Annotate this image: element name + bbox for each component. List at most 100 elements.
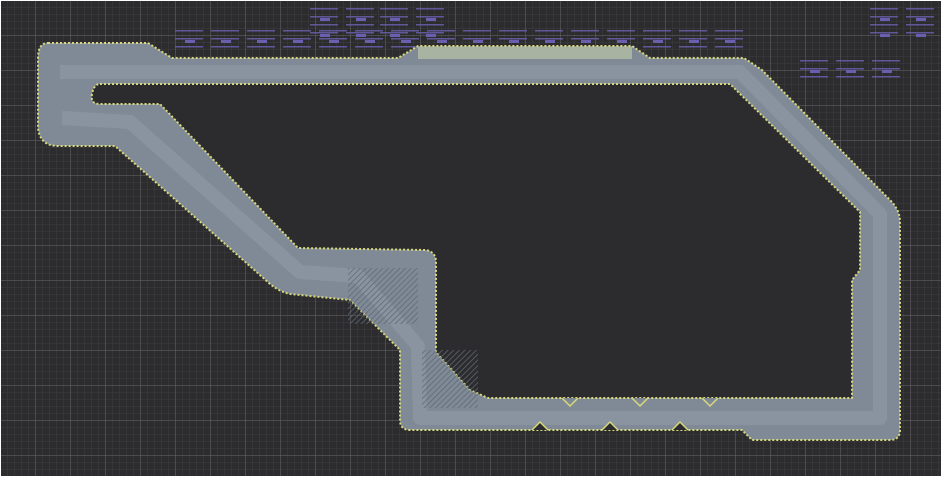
building-segment: [463, 30, 491, 32]
building-segment: [535, 38, 563, 40]
building-segment: [715, 30, 743, 32]
building-segment: [800, 60, 828, 62]
building-segment: [175, 38, 203, 40]
building-segment: [679, 46, 707, 48]
building-segment: [319, 46, 347, 48]
building-segment: [355, 30, 383, 32]
building-block: [581, 40, 591, 43]
building-segment: [391, 38, 419, 40]
building-segment: [247, 38, 275, 40]
building-segment: [416, 16, 444, 18]
building-segment: [211, 30, 239, 32]
building-segment: [870, 8, 898, 10]
building-segment: [571, 38, 599, 40]
building-block: [356, 18, 366, 21]
building-segment: [499, 38, 527, 40]
building-block: [257, 40, 267, 43]
building-segment: [836, 68, 864, 70]
building-segment: [870, 32, 898, 34]
building-block: [320, 18, 330, 21]
building-segment: [679, 30, 707, 32]
building-block: [293, 40, 303, 43]
building-block: [185, 40, 195, 43]
building-block: [916, 34, 926, 37]
building-segment: [872, 68, 900, 70]
building-block: [473, 40, 483, 43]
building-segment: [346, 8, 374, 10]
building-segment: [355, 46, 383, 48]
building-block: [329, 40, 339, 43]
building-segment: [715, 46, 743, 48]
building-segment: [175, 30, 203, 32]
building-segment: [319, 30, 347, 32]
building-block: [846, 70, 856, 73]
building-segment: [463, 38, 491, 40]
building-segment: [715, 38, 743, 40]
building-block: [437, 40, 447, 43]
building-block: [426, 34, 436, 37]
runoff-hatch-1: [348, 268, 418, 324]
building-block: [221, 40, 231, 43]
building-block: [880, 34, 890, 37]
building-segment: [319, 38, 347, 40]
building-segment: [643, 30, 671, 32]
building-segment: [391, 46, 419, 48]
building-segment: [906, 8, 934, 10]
building-segment: [310, 32, 338, 34]
building-block: [617, 40, 627, 43]
building-segment: [211, 38, 239, 40]
building-block: [390, 18, 400, 21]
track-viewport: [0, 0, 942, 477]
building-segment: [283, 38, 311, 40]
building-block: [725, 40, 735, 43]
building-segment: [607, 38, 635, 40]
building-segment: [380, 32, 408, 34]
building-segment: [211, 46, 239, 48]
building-segment: [283, 30, 311, 32]
building-segment: [416, 8, 444, 10]
building-segment: [310, 8, 338, 10]
building-segment: [836, 60, 864, 62]
building-segment: [800, 68, 828, 70]
building-segment: [416, 24, 444, 26]
building-segment: [355, 38, 383, 40]
building-segment: [643, 38, 671, 40]
building-segment: [607, 30, 635, 32]
building-block: [810, 70, 820, 73]
building-segment: [310, 16, 338, 18]
building-block: [882, 70, 892, 73]
building-segment: [571, 30, 599, 32]
building-segment: [380, 8, 408, 10]
building-segment: [310, 24, 338, 26]
building-block: [426, 18, 436, 21]
building-block: [916, 18, 926, 21]
building-block: [320, 34, 330, 37]
building-segment: [380, 24, 408, 26]
building-segment: [906, 24, 934, 26]
building-block: [880, 18, 890, 21]
pit-lane-strip: [418, 47, 632, 59]
building-segment: [346, 24, 374, 26]
building-segment: [800, 76, 828, 78]
building-segment: [906, 32, 934, 34]
building-segment: [872, 60, 900, 62]
building-segment: [416, 32, 444, 34]
building-segment: [427, 38, 455, 40]
building-segment: [870, 24, 898, 26]
building-segment: [346, 16, 374, 18]
building-block: [509, 40, 519, 43]
building-segment: [499, 30, 527, 32]
building-block: [545, 40, 555, 43]
building-block: [365, 40, 375, 43]
runoff-hatch-2: [422, 350, 478, 408]
building-segment: [679, 38, 707, 40]
building-block: [653, 40, 663, 43]
track-map: [0, 0, 942, 477]
building-segment: [836, 76, 864, 78]
building-segment: [535, 30, 563, 32]
building-segment: [247, 46, 275, 48]
building-segment: [870, 16, 898, 18]
building-segment: [427, 30, 455, 32]
building-segment: [283, 46, 311, 48]
building-segment: [391, 30, 419, 32]
